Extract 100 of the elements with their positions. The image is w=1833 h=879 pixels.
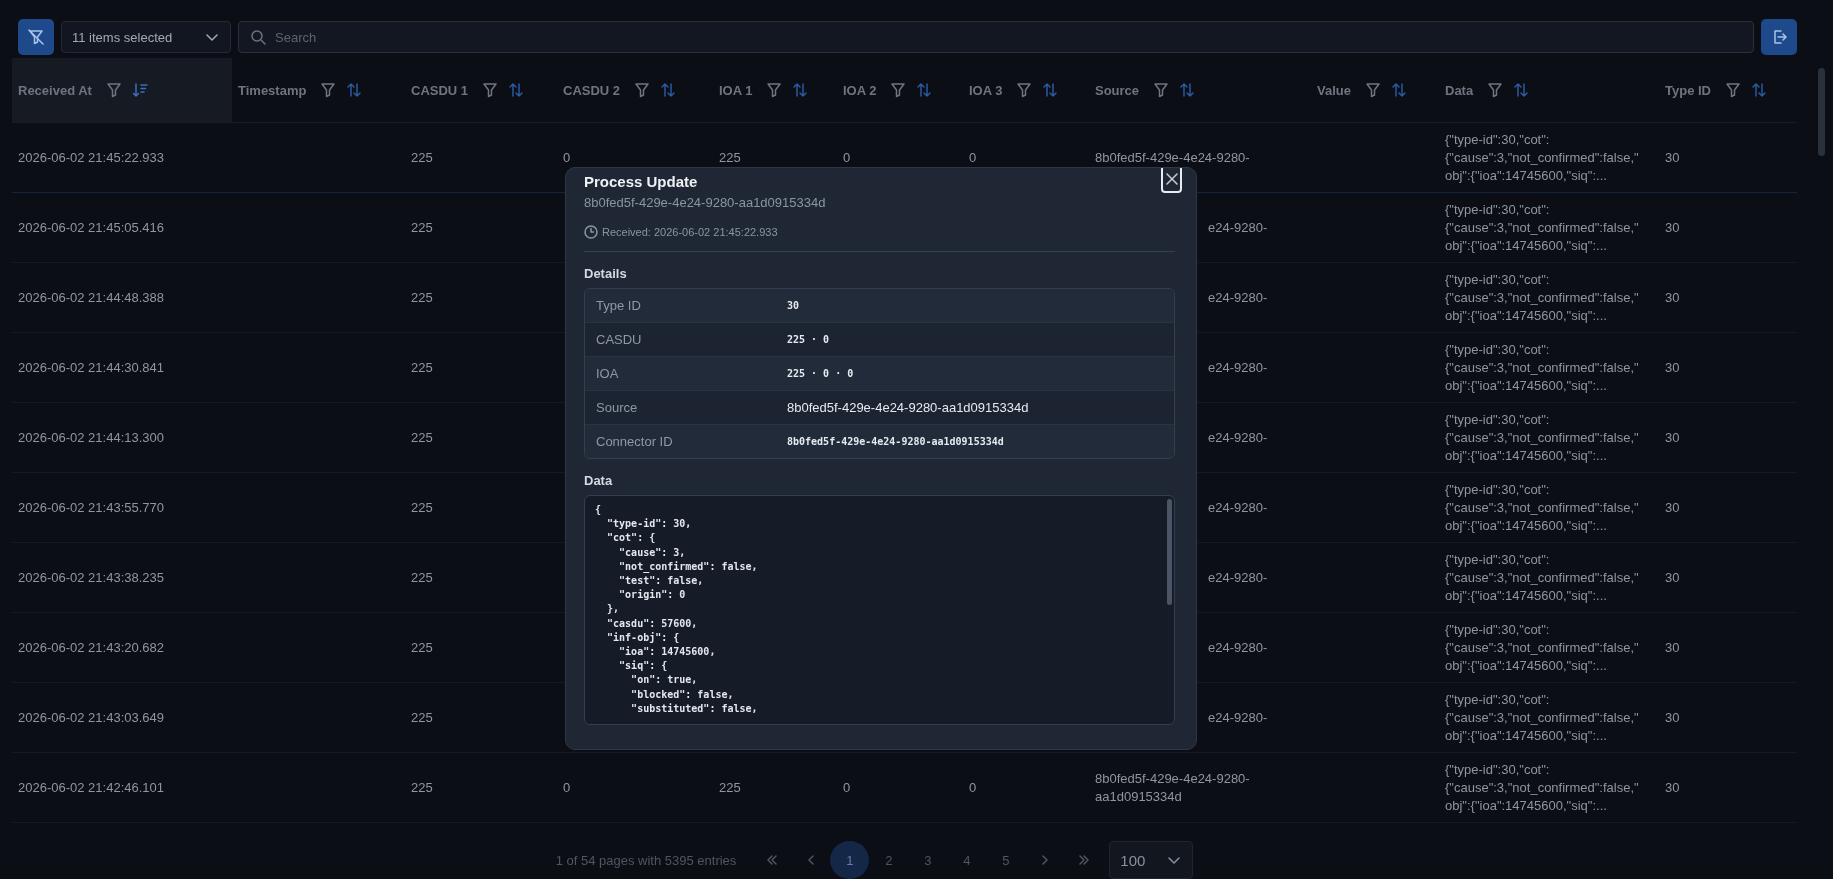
close-button[interactable] (1161, 168, 1182, 193)
page-size-select[interactable]: 100 (1109, 841, 1194, 879)
search-icon (250, 29, 266, 45)
column-select[interactable]: 11 items selected (61, 21, 231, 53)
double-chevron-left-icon (764, 853, 779, 867)
table-cell: e24-9280- (1208, 218, 1268, 237)
table-cell: 225 (719, 148, 741, 167)
table-cell: 30 (1665, 218, 1680, 237)
table-cell-text: 8b0fed5f-429e-4e24-9280- (1095, 148, 1251, 167)
table-cell: 30 (1665, 708, 1680, 727)
column-header[interactable]: IOA 3 (969, 82, 1003, 98)
table-cell: 0 (969, 148, 977, 167)
filter-icon (766, 82, 783, 98)
column-header[interactable]: Data (1445, 82, 1474, 98)
close-icon (1164, 172, 1179, 186)
filter-icon (634, 82, 651, 98)
detail-label: Source (595, 400, 639, 415)
table-cell: 225 (411, 428, 433, 447)
table-cell: 0 (563, 148, 571, 167)
column-header[interactable]: Timestamp (238, 82, 307, 98)
table-cell: 2026-06-02 21:42:46.101 (18, 778, 164, 797)
detail-value: 225 · 0 · 0 (787, 368, 854, 379)
table-cell: e24-9280- (1208, 568, 1268, 587)
page-summary: 1 of 54 pages with 5395 entries (555, 852, 737, 868)
table-cell-text: 8b0fed5f-429e-4e24-9280-aa1d0915334d (1095, 769, 1251, 806)
table-cell: {"type-id":30,"cot": {"cause":3,"not_confirmed":false," obj":{"ioa":14745600,"siq":... (1445, 690, 1639, 745)
detail-value: 30 (787, 300, 800, 311)
export-button[interactable] (1761, 19, 1797, 55)
table-cell: e24-9280- (1208, 288, 1268, 307)
table-cell: {"type-id":30,"cot": {"cause":3,"not_confirmed":false," obj":{"ioa":14745600,"siq":... (1445, 200, 1639, 255)
table-cell: 30 (1665, 148, 1680, 167)
table-cell: e24-9280- (1208, 638, 1268, 657)
filter-icon (105, 82, 122, 98)
table-cell: e24-9280- (1208, 428, 1268, 447)
table-cell: 0 (843, 148, 851, 167)
funnel-slash-icon (28, 29, 44, 45)
table-cell: 30 (1665, 568, 1680, 587)
table-cell: e24-9280- (1208, 708, 1268, 727)
table-cell: 2026-06-02 21:45:05.416 (18, 218, 164, 237)
detail-label: Type ID (595, 298, 642, 313)
clear-filters-button[interactable] (18, 19, 54, 55)
filter-icon (1487, 82, 1504, 98)
section-heading: Data (584, 473, 614, 488)
clock-icon (584, 225, 598, 239)
table-cell: 30 (1665, 498, 1680, 517)
table-cell: 225 (411, 358, 433, 377)
table-cell: 225 (411, 708, 433, 727)
page-button[interactable]: 1 (830, 841, 870, 879)
search-field[interactable]: Search (238, 21, 1754, 53)
column-header[interactable]: IOA 1 (719, 82, 753, 98)
table-cell: 225 (411, 778, 433, 797)
table-cell: 30 (1665, 428, 1680, 447)
dialog-subtitle: 8b0fed5f-429e-4e24-9280-aa1d0915334d (584, 195, 827, 210)
table-cell: 30 (1665, 358, 1680, 377)
table-cell: {"type-id":30,"cot": {"cause":3,"not_confirmed":false," obj":{"ioa":14745600,"siq":... (1445, 130, 1639, 185)
column-header[interactable]: Received At (18, 82, 92, 98)
column-header[interactable]: Type ID (1665, 82, 1711, 98)
filter-icon (1725, 82, 1741, 98)
scrollbar[interactable] (1167, 499, 1172, 605)
filter-icon (482, 82, 499, 98)
table-cell: e24-9280- (1208, 498, 1268, 517)
table-cell: 2026-06-02 21:43:20.682 (18, 638, 164, 657)
table-cell: 30 (1665, 778, 1680, 797)
table-cell: e24-9280- (1208, 358, 1268, 377)
table-cell: 2026-06-02 21:43:03.649 (18, 708, 164, 727)
detail-value: 225 · 0 (787, 334, 830, 345)
filter-icon (890, 82, 907, 98)
table-cell: {"type-id":30,"cot": {"cause":3,"not_confirmed":false," obj":{"ioa":14745600,"siq":... (1445, 550, 1639, 605)
column-header[interactable]: Value (1317, 82, 1351, 98)
section-heading: Details (584, 266, 628, 281)
column-header[interactable]: CASDU 2 (563, 82, 621, 98)
table-cell: 2026-06-02 21:44:13.300 (18, 428, 164, 447)
table-cell: {"type-id":30,"cot": {"cause":3,"not_confirmed":false," obj":{"ioa":14745600,"siq":... (1445, 410, 1639, 465)
table-cell: 2026-06-02 21:43:38.235 (18, 568, 164, 587)
received-time: Received: 2026-06-02 21:45:22.933 (602, 226, 778, 238)
column-header[interactable]: CASDU 1 (411, 82, 469, 98)
table-cell: 2026-06-02 21:44:30.841 (18, 358, 164, 377)
filter-icon (320, 82, 337, 98)
table-cell: 0 (563, 778, 571, 797)
table-cell: 225 (411, 288, 433, 307)
table-cell: {"type-id":30,"cot": {"cause":3,"not_confirmed":false," obj":{"ioa":14745600,"siq":... (1445, 620, 1639, 675)
table-cell: 225 (719, 778, 741, 797)
double-chevron-right-icon (1076, 853, 1091, 867)
column-header[interactable]: Source (1095, 82, 1140, 98)
column-header[interactable]: IOA 2 (843, 82, 877, 98)
filter-icon (1364, 82, 1381, 98)
table-cell: 30 (1665, 288, 1680, 307)
table-cell: 0 (843, 778, 851, 797)
page-button[interactable]: 2 (869, 841, 909, 879)
detail-label: CASDU (595, 332, 643, 347)
scrollbar[interactable] (1818, 68, 1825, 156)
filter-icon (1153, 82, 1170, 98)
page-button[interactable]: 3 (908, 841, 948, 879)
detail-value: 8b0fed5f-429e-4e24-9280-aa1d0915334d (787, 400, 1029, 415)
page-button[interactable]: 5 (986, 841, 1026, 879)
table-cell: 2026-06-02 21:45:22.933 (18, 148, 164, 167)
table-cell: {"type-id":30,"cot": {"cause":3,"not_confirmed":false," obj":{"ioa":14745600,"siq":... (1445, 480, 1639, 535)
json-code: { "type-id": 30, "cot": { "cause": 3, "not_confirmed": false, "test": false, "origin": 0 }, "casdu": 57600, "inf-obj": { "ioa": 14745600, "siq": { "on": true, "blocked": false, "substituted": false, (594, 503, 759, 716)
page-button[interactable]: 4 (947, 841, 987, 879)
detail-label: IOA (595, 366, 620, 381)
